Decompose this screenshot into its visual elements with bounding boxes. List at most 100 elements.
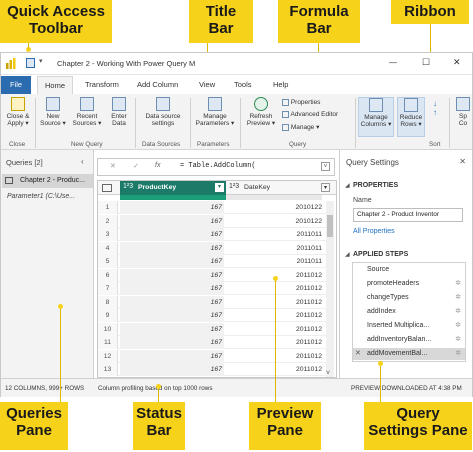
properties-icon xyxy=(282,99,289,106)
tab-view[interactable]: View xyxy=(199,80,215,89)
grid-rows: 1 167 2010122 2 167 2010122 3 167 2011011 4 167 201… xyxy=(98,201,326,377)
save-icon[interactable] xyxy=(26,58,35,68)
cell-datekey[interactable]: 2011012 xyxy=(226,309,322,322)
reduce-rows-button[interactable]: Reduce Rows ▾ xyxy=(397,97,425,137)
query-name-input[interactable]: Chapter 2 - Product Inventor xyxy=(353,208,463,222)
query-settings-pane: Query Settings ✕ PROPERTIES ◢ Name Chapt… xyxy=(339,150,472,378)
close-apply-label: Close & Apply ▾ xyxy=(6,113,30,128)
query-item-label: Parameter1 (C:\Use... xyxy=(7,193,76,200)
fx-icon: fx xyxy=(155,162,161,169)
manage-label: Manage ▾ xyxy=(290,124,320,131)
callout-ribbon: Ribbon xyxy=(391,0,469,24)
cell-datekey[interactable]: 2011011 xyxy=(226,242,322,255)
cell-productkey[interactable]: 167 xyxy=(120,241,224,255)
column-filter-icon[interactable]: ▾ xyxy=(321,183,330,192)
manage-parameters-button[interactable]: Manage Parameters ▾ xyxy=(192,97,238,127)
column-filter-icon[interactable]: ▾ xyxy=(215,183,224,192)
cell-productkey[interactable]: 167 xyxy=(120,201,224,214)
properties-button[interactable]: Properties xyxy=(282,99,320,106)
window-title: Chapter 2 - Working With Power Query M xyxy=(57,59,196,68)
vertical-scrollbar[interactable]: ˅ xyxy=(326,201,334,377)
cell-productkey[interactable]: 167 xyxy=(120,336,224,349)
confirm-formula-button[interactable]: ✓ xyxy=(133,162,139,170)
collapse-queries-icon[interactable]: ‹ xyxy=(81,157,84,166)
close-settings-icon[interactable]: ✕ xyxy=(459,157,466,166)
cell-productkey[interactable]: 167 xyxy=(120,255,224,268)
parameters-icon xyxy=(208,97,222,111)
row-number: 11 xyxy=(98,336,118,349)
manage-columns-button[interactable]: Manage Columns ▾ xyxy=(358,97,394,137)
new-source-button[interactable]: New Source ▾ xyxy=(38,97,68,127)
minimize-button[interactable]: — xyxy=(389,58,397,67)
columns-icon xyxy=(369,98,383,112)
cell-productkey[interactable]: 167 xyxy=(120,322,224,336)
cell-datekey[interactable]: 2010122 xyxy=(226,201,322,214)
cell-datekey[interactable]: 2011012 xyxy=(226,282,322,295)
refresh-icon xyxy=(254,97,268,111)
cell-productkey[interactable]: 167 xyxy=(120,282,224,295)
cancel-formula-button[interactable]: ✕ xyxy=(110,162,116,170)
split-label: Sp Co xyxy=(458,113,468,128)
row-number: 6 xyxy=(98,268,118,282)
cell-productkey[interactable]: 167 xyxy=(120,309,224,322)
column-header-productkey[interactable]: 1²3 ProductKey ▾ xyxy=(120,181,226,195)
enter-data-button[interactable]: Enter Data xyxy=(106,97,132,127)
grid-header: 1²3 ProductKey ▾ 1²3 DateKey ▾ xyxy=(98,181,336,195)
callout-line xyxy=(158,387,159,402)
cell-datekey[interactable]: 2011011 xyxy=(226,255,322,268)
refresh-preview-button[interactable]: Refresh Preview ▾ xyxy=(243,97,279,127)
query-item-selected[interactable]: Chapter 2 - Produc... xyxy=(2,174,93,188)
cell-datekey[interactable]: 2011012 xyxy=(226,363,322,376)
tab-file[interactable]: File xyxy=(1,76,31,94)
sort-ascending-button[interactable]: ↓ ↑ xyxy=(429,99,441,118)
table-icon xyxy=(5,177,13,184)
cell-productkey[interactable]: 167 xyxy=(120,349,224,363)
table-menu-icon[interactable] xyxy=(102,184,112,192)
table-row: 11 167 2011012 xyxy=(98,336,326,349)
all-properties-link[interactable]: All Properties xyxy=(353,228,395,235)
advanced-editor-button[interactable]: Advanced Editor xyxy=(282,111,338,118)
data-source-settings-label: Data source settings xyxy=(145,113,181,128)
cell-productkey[interactable]: 167 xyxy=(120,268,224,282)
qat-dropdown-icon[interactable]: ▾ xyxy=(39,57,43,65)
cell-datekey[interactable]: 2011012 xyxy=(226,296,322,309)
tab-add-column[interactable]: Add Column xyxy=(137,80,178,89)
cell-productkey[interactable]: 167 xyxy=(120,214,224,228)
tab-home[interactable]: Home xyxy=(37,76,73,94)
recent-sources-button[interactable]: Recent Sources ▾ xyxy=(70,97,104,127)
cell-datekey[interactable]: 2011012 xyxy=(226,350,322,363)
tab-transform[interactable]: Transform xyxy=(85,80,119,89)
collapse-properties-icon[interactable]: ◢ xyxy=(345,182,350,189)
table-row: 2 167 2010122 xyxy=(98,214,326,228)
query-item[interactable]: Parameter1 (C:\Use... xyxy=(2,190,93,204)
split-icon xyxy=(456,97,470,111)
queries-pane: Queries [2] ‹ Chapter 2 - Produc... Para… xyxy=(1,150,94,378)
formula-input[interactable]: = Table.AddColumn( xyxy=(180,162,256,170)
tab-help[interactable]: Help xyxy=(273,80,288,89)
scrollbar-thumb[interactable] xyxy=(327,215,333,237)
cell-datekey[interactable]: 2011011 xyxy=(226,228,322,241)
cell-productkey[interactable]: 167 xyxy=(120,228,224,241)
reduce-rows-label: Reduce Rows ▾ xyxy=(399,114,423,129)
column-header-datekey[interactable]: 1²3 DateKey ▾ xyxy=(226,181,332,195)
data-source-settings-button[interactable]: Data source settings xyxy=(138,97,188,127)
row-number: 12 xyxy=(98,349,118,363)
tab-tools[interactable]: Tools xyxy=(234,80,252,89)
close-apply-button[interactable]: Close & Apply ▾ xyxy=(3,97,33,127)
applied-steps-frame xyxy=(352,262,466,362)
expand-formula-icon[interactable]: ˅ xyxy=(321,162,330,171)
applied-steps-list: Source promoteHeaders ✲ changeTypes ✲ addInde… xyxy=(340,262,473,364)
collapse-steps-icon[interactable]: ◢ xyxy=(345,251,350,258)
cell-productkey[interactable]: 167 xyxy=(120,363,224,376)
cell-datekey[interactable]: 2011012 xyxy=(226,336,322,349)
cell-productkey[interactable]: 167 xyxy=(120,295,224,309)
scroll-down-icon[interactable]: ˅ xyxy=(326,370,330,377)
cell-datekey[interactable]: 2010122 xyxy=(226,215,322,228)
manage-button[interactable]: Manage ▾ xyxy=(282,123,319,131)
maximize-button[interactable]: ☐ xyxy=(422,57,430,68)
callout-dot xyxy=(273,276,278,281)
split-column-button[interactable]: Sp Co xyxy=(453,97,473,127)
close-window-button[interactable]: ✕ xyxy=(453,57,461,68)
cell-datekey[interactable]: 2011012 xyxy=(226,323,322,336)
advanced-editor-label: Advanced Editor xyxy=(290,111,339,119)
